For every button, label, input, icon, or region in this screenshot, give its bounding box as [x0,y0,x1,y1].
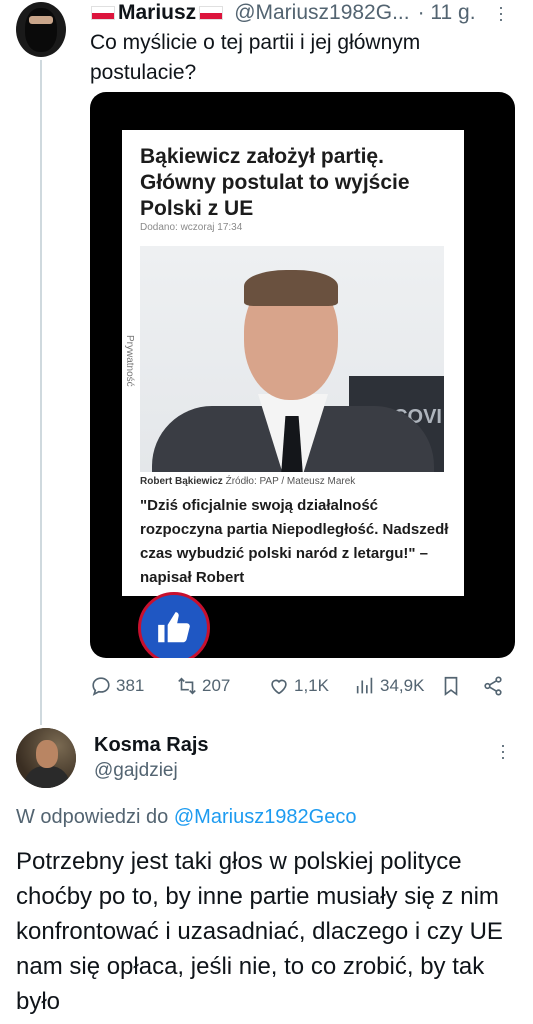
reply-author-name[interactable]: Kosma Rajs [94,734,209,757]
article-photo: COVI [140,246,444,472]
avatar-figure [25,8,57,52]
views-button[interactable]: 34,9K [354,675,424,697]
thread-line [40,60,42,725]
like-button[interactable]: 1,1K [268,675,329,697]
caption-source: Źródło: PAP / Mateusz Marek [225,476,356,487]
like-count: 1,1K [294,676,329,695]
thumbs-up-icon [138,592,210,658]
repost-button[interactable]: 207 [176,675,230,697]
reply-author-handle[interactable]: @gajdziej [94,760,178,782]
tweet-actions: 381 207 1,1K 34,9K [90,675,515,699]
photo-hair [244,270,338,306]
bookmark-icon [444,676,458,696]
caption-name: Robert Bąkiewicz [140,476,223,487]
share-button[interactable] [482,675,504,697]
tweet-text: Co myślicie o tej partii i jej głównym p… [90,31,421,84]
repost-icon [178,677,196,695]
heart-icon [271,679,287,695]
article-screenshot: Bąkiewicz założył partię. Główny postula… [122,130,464,596]
poland-flag-icon [91,6,115,20]
tweet-media[interactable]: Bąkiewicz założył partię. Główny postula… [90,92,515,658]
replying-to-prefix: W odpowiedzi do [16,806,169,828]
share-icon [484,676,502,696]
reply-author-avatar[interactable] [16,728,76,788]
avatar-face [36,740,58,768]
poland-flag-icon [199,6,224,20]
reply-text: Potrzebny jest taki głos w polskiej poli… [16,848,503,1015]
photo-caption: Robert Bąkiewicz Źródło: PAP / Mateusz M… [140,476,355,487]
article-headline: Bąkiewicz założył partię. Główny postula… [140,145,410,220]
article-date: Dodano: wczoraj 17:34 [140,222,243,233]
tweet-time[interactable]: · 11 g. [418,1,476,25]
more-options-icon[interactable]: · · · [496,0,506,28]
author-handle[interactable]: @Mariusz1982G... [234,1,409,25]
tweet-header: Mariusz @Mariusz1982G... · 11 g. [88,0,476,26]
author-name[interactable]: Mariusz [118,1,196,25]
article-quote: "Dziś oficjalnie swoją działalność rozpo… [140,497,449,586]
privacy-label: Prywatność [124,335,135,387]
replying-to-handle-link[interactable]: @Mariusz1982Geco [174,806,357,828]
avatar-eyes [29,16,53,24]
bookmark-button[interactable] [440,675,462,697]
reply-button[interactable]: 381 [90,675,144,697]
replying-to: W odpowiedzi do @Mariusz1982Geco [16,806,356,829]
reply-count: 381 [116,676,145,695]
views-count: 34,9K [380,676,425,695]
author-avatar[interactable] [16,2,66,57]
repost-count: 207 [202,676,231,695]
views-icon [356,677,373,694]
reply-icon [92,677,110,696]
more-options-icon[interactable]: · · · [498,736,508,766]
